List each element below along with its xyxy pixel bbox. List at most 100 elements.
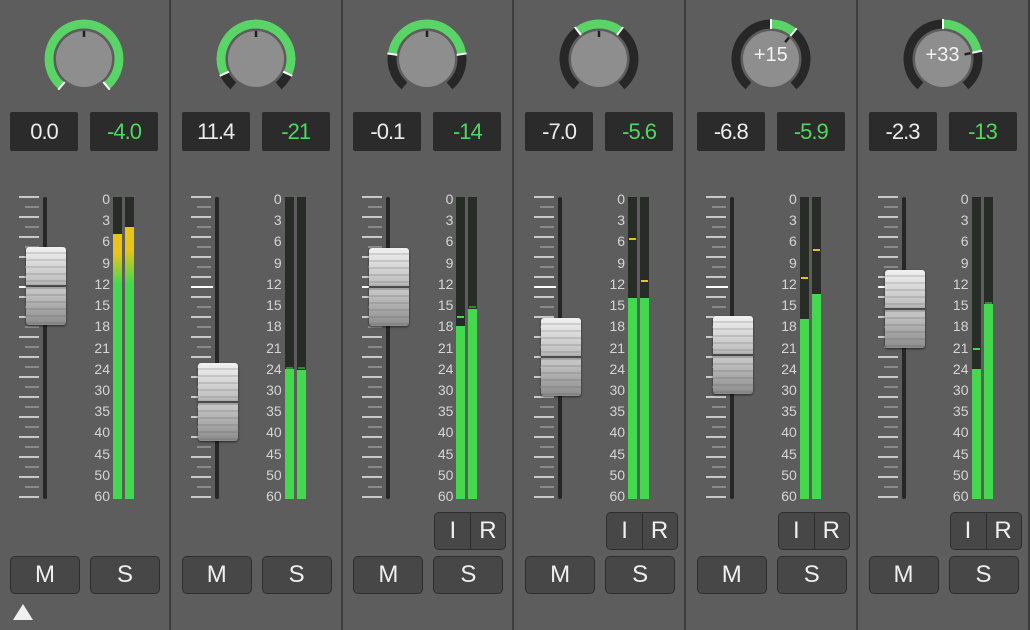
volume-fader-handle[interactable]	[712, 316, 753, 395]
fader-scale-tick	[534, 256, 555, 258]
knob-body	[571, 31, 628, 87]
peak-level-readout[interactable]: -5.6	[605, 112, 674, 151]
pan-knob[interactable]: +33	[901, 17, 985, 101]
pan-knob[interactable]	[214, 17, 298, 101]
volume-fader-handle[interactable]	[26, 247, 66, 325]
volume-fader-handle[interactable]	[197, 363, 238, 442]
pan-knob[interactable]	[557, 17, 641, 101]
record-enable-button[interactable]: R	[986, 513, 1021, 549]
peak-level-readout[interactable]: -14	[433, 112, 502, 151]
meter-peak-hold	[812, 248, 820, 251]
mute-button[interactable]: M	[181, 556, 252, 594]
fader-scale-tick	[883, 486, 898, 488]
fader-scale-tick	[196, 226, 211, 228]
pan-knob[interactable]	[385, 17, 469, 101]
fader-scale-tick	[534, 476, 555, 478]
input-monitor-button[interactable]: I	[435, 513, 472, 549]
solo-button[interactable]: S	[776, 556, 847, 594]
input-monitor-button[interactable]: I	[951, 513, 987, 549]
meter-scale-label: 9	[273, 254, 282, 271]
mute-button[interactable]: M	[353, 556, 424, 594]
collapse-triangle-icon[interactable]	[13, 604, 33, 620]
input-record-group: IR	[434, 512, 507, 550]
meter-scale-label: 30	[266, 381, 282, 398]
fader-scale-tick	[368, 446, 383, 448]
meter-scale-label: 6	[445, 233, 454, 250]
pan-knob-graphic	[387, 19, 468, 90]
fader-scale-tick	[705, 216, 726, 218]
input-monitor-button[interactable]: I	[607, 513, 644, 549]
fader-scale-tick	[877, 376, 898, 378]
meter-peak-hold	[126, 227, 133, 230]
mute-button[interactable]: M	[525, 556, 596, 594]
peak-level-readout[interactable]: -21	[261, 112, 330, 151]
fader-scale-tick	[705, 236, 726, 238]
fader-scale-tick	[190, 456, 211, 458]
meter-scale: 0 3 6 9 12 15 18 21 24 30 35 40 45 50 60	[775, 192, 797, 504]
volume-readout[interactable]: -7.0	[525, 112, 594, 151]
solo-button[interactable]: S	[605, 556, 676, 594]
volume-readout[interactable]: -6.8	[696, 112, 765, 151]
solo-button[interactable]: S	[433, 556, 504, 594]
volume-readout[interactable]: -0.1	[353, 112, 422, 151]
meter-scale-label: 60	[437, 488, 454, 504]
fader-scale-tick	[705, 276, 726, 278]
fader-scale-tick	[25, 406, 39, 408]
meter-level-fill	[113, 234, 122, 499]
level-meter-left	[628, 197, 638, 499]
volume-readout[interactable]: 11.4	[181, 112, 250, 151]
level-meter-left	[799, 197, 809, 499]
meter-scale-label: 21	[781, 339, 797, 356]
meter-scale-label: 50	[609, 466, 626, 483]
pan-knob[interactable]: +15	[729, 17, 813, 101]
fader-scale-tick	[19, 416, 39, 418]
peak-level-readout[interactable]: -5.9	[776, 112, 845, 151]
input-record-group: IR	[777, 512, 850, 550]
fader-scale-tick	[196, 326, 211, 328]
fader-scale-tick	[705, 196, 726, 198]
record-enable-button[interactable]: R	[814, 513, 849, 549]
mute-button[interactable]: M	[868, 556, 939, 594]
meter-scale: 0 3 6 9 12 15 18 21 24 30 35 40 45 50 60	[947, 192, 969, 504]
solo-button[interactable]: S	[948, 556, 1019, 594]
fader-scale-tick	[25, 346, 39, 348]
solo-button[interactable]: S	[261, 556, 332, 594]
volume-readout[interactable]: 0.0	[10, 112, 78, 151]
fader-scale-tick	[540, 306, 555, 308]
pan-knob-graphic	[44, 19, 124, 91]
mute-button[interactable]: M	[696, 556, 767, 594]
channel-strip: +33 -2.3 -13 0 3 6 9 12 15 18 21 24 30 35 40 45 50 60 I R M S	[858, 0, 1030, 630]
level-meter-left	[284, 197, 294, 499]
mute-button[interactable]: M	[10, 556, 80, 594]
fader-scale-tick	[25, 466, 39, 468]
fader-scale-tick	[711, 226, 726, 228]
fader-scale-tick	[368, 426, 383, 428]
meter-scale-label: 3	[789, 212, 797, 229]
fader-scale-tick	[883, 406, 898, 408]
meter-scale-label: 12	[781, 275, 797, 292]
meter-scale-label: 3	[102, 212, 110, 229]
meter-scale: 0 3 6 9 12 15 18 21 24 30 35 40 45 50 60	[431, 192, 454, 504]
input-monitor-button[interactable]: I	[779, 513, 815, 549]
solo-button[interactable]: S	[90, 556, 160, 594]
fader-scale-tick	[190, 216, 211, 218]
volume-fader-handle[interactable]	[369, 248, 410, 327]
meter-scale-label: 18	[437, 318, 454, 335]
pan-arc-end-marker	[456, 52, 468, 56]
fader-scale-tick	[362, 476, 383, 478]
knob-body	[227, 31, 284, 87]
fader-scale-tick	[540, 446, 555, 448]
volume-fader-handle[interactable]	[884, 270, 925, 349]
volume-fader-handle[interactable]	[541, 318, 582, 397]
record-enable-button[interactable]: R	[642, 513, 677, 549]
fader-scale-tick	[540, 226, 555, 228]
peak-level-readout[interactable]: -13	[948, 112, 1017, 151]
record-enable-button[interactable]: R	[470, 513, 505, 549]
fader-scale-tick	[883, 246, 898, 248]
peak-level-readout[interactable]: -4.0	[90, 112, 158, 151]
fader-scale-tick	[711, 446, 726, 448]
meter-scale-label: 6	[273, 233, 282, 250]
fader-scale-tick	[883, 366, 898, 368]
pan-knob[interactable]	[42, 17, 126, 101]
volume-readout[interactable]: -2.3	[868, 112, 937, 151]
